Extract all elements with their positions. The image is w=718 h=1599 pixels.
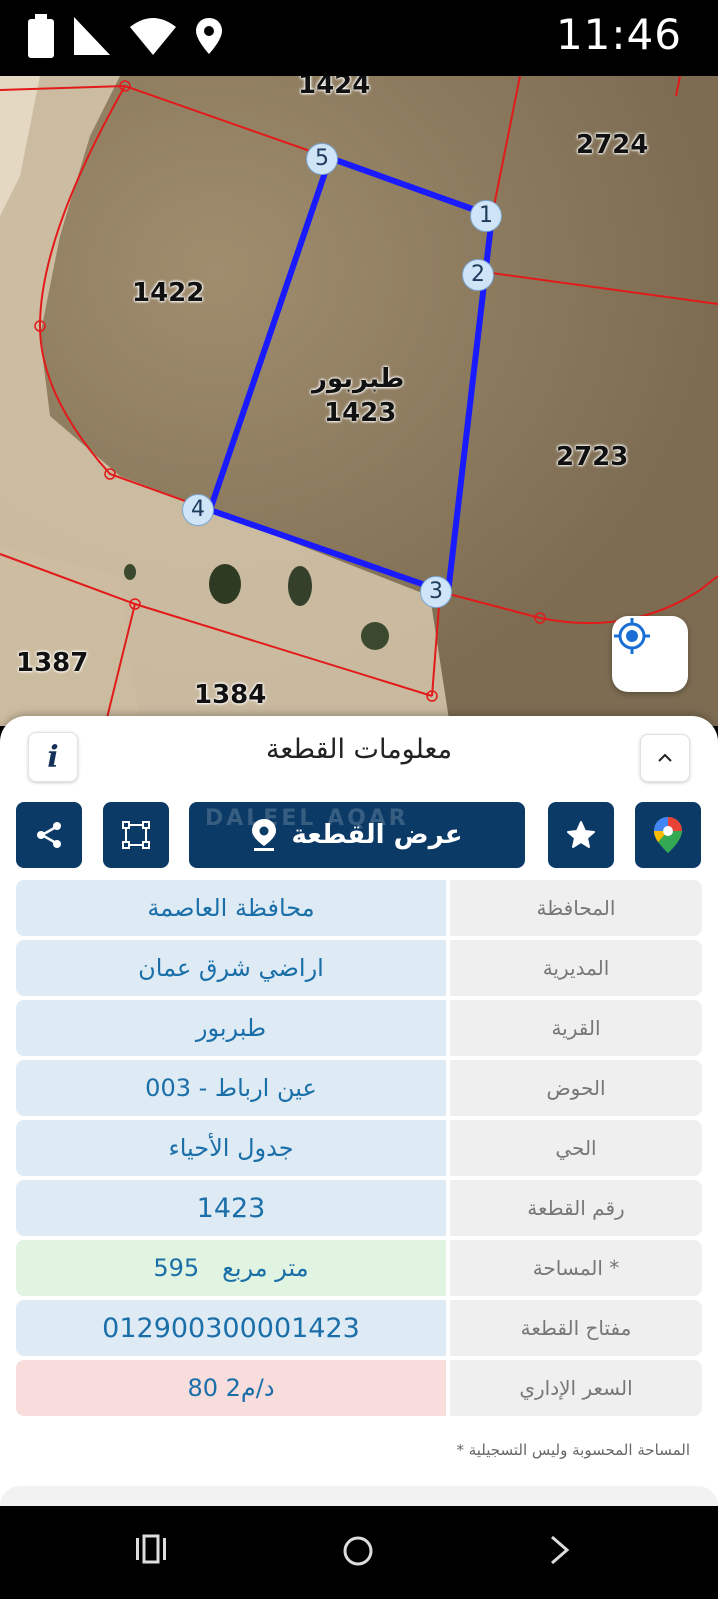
table-row: محافظة العاصمة المحافظة [16,880,702,936]
row-label: الحي [450,1120,702,1176]
map-view[interactable]: 1424 1422 2724 2723 1387 1384 طبربور 142… [0,76,718,726]
signal-icon [74,17,110,55]
clock: 11:46 [555,10,682,59]
table-row: 1423 رقم القطعة [16,1180,702,1236]
vertex-marker[interactable]: 5 [306,143,338,175]
map-pin-icon [252,819,277,851]
plot-label-bottom: 1384 [194,680,267,710]
google-maps-button[interactable] [635,802,701,868]
plot-label-right-top: 2724 [576,130,649,160]
selected-plot-number: 1423 [324,398,397,428]
location-icon [196,18,222,54]
recents-icon[interactable] [134,1534,168,1564]
polygon-icon [122,821,150,849]
share-button[interactable] [16,802,82,868]
battery-icon [28,14,54,58]
wifi-icon [130,18,176,55]
sheet-title: معلومات القطعة [265,734,453,765]
selected-plot-village: طبربور [312,364,405,394]
table-row: طبربور القرية [16,1000,702,1056]
plot-info-sheet: i معلومات القطعة عرض القطعة DALEEL AQAR … [0,716,718,1516]
table-row: 80 د/م2 السعر الإداري [16,1360,702,1416]
vertex-marker[interactable]: 4 [182,494,214,526]
vertex-marker[interactable]: 1 [470,200,502,232]
row-value: 595 متر مربع [16,1240,446,1296]
collapse-button[interactable] [640,734,690,782]
row-label: المحافظة [450,880,702,936]
plot-label-left: 1422 [132,278,205,308]
polygon-measure-button[interactable] [103,802,169,868]
vertex-marker[interactable]: 3 [420,576,452,608]
table-row: جدول الأحياء الحي [16,1120,702,1176]
system-nav-bar [0,1506,718,1599]
row-label: القرية [450,1000,702,1056]
sheet-header: i معلومات القطعة [0,716,718,786]
plot-label-top: 1424 [298,76,371,100]
table-row: 595 متر مربع المساحة * [16,1240,702,1296]
row-label: السعر الإداري [450,1360,702,1416]
row-value: جدول الأحياء [16,1120,446,1176]
plot-label-right: 2723 [556,442,629,472]
google-maps-icon [654,817,682,853]
status-bar: 11:46 [0,0,718,76]
row-label: المساحة * [450,1240,702,1296]
row-label: مفتاح القطعة [450,1300,702,1356]
row-label: الحوض [450,1060,702,1116]
row-value: محافظة العاصمة [16,880,446,936]
area-footnote: * المساحة المحسوبة وليس التسجيلية [456,1441,690,1459]
bottom-tab-bar [0,1486,718,1506]
star-icon [567,821,595,848]
table-row: عين ارباط - 003 الحوض [16,1060,702,1116]
table-row: 012900300001423 مفتاح القطعة [16,1300,702,1356]
row-value: 1423 [16,1180,446,1236]
vertex-marker[interactable]: 2 [462,259,494,291]
row-value: 012900300001423 [16,1300,446,1356]
table-row: اراضي شرق عمان المديرية [16,940,702,996]
row-value: 80 د/م2 [16,1360,446,1416]
row-value: اراضي شرق عمان [16,940,446,996]
row-value: عين ارباط - 003 [16,1060,446,1116]
row-label: المديرية [450,940,702,996]
show-plot-button[interactable]: عرض القطعة DALEEL AQAR [189,802,525,868]
show-plot-label: عرض القطعة [291,820,463,850]
home-icon[interactable] [341,1534,375,1568]
back-icon[interactable] [548,1534,572,1566]
row-label: رقم القطعة [450,1180,702,1236]
my-location-button[interactable] [612,616,688,692]
plot-label-bottom-left: 1387 [16,648,89,678]
crosshair-icon [614,618,650,654]
chevron-up-icon [658,753,672,762]
share-icon [37,822,61,848]
action-bar: عرض القطعة DALEEL AQAR [16,802,702,868]
row-value: طبربور [16,1000,446,1056]
favorite-button[interactable] [548,802,614,868]
